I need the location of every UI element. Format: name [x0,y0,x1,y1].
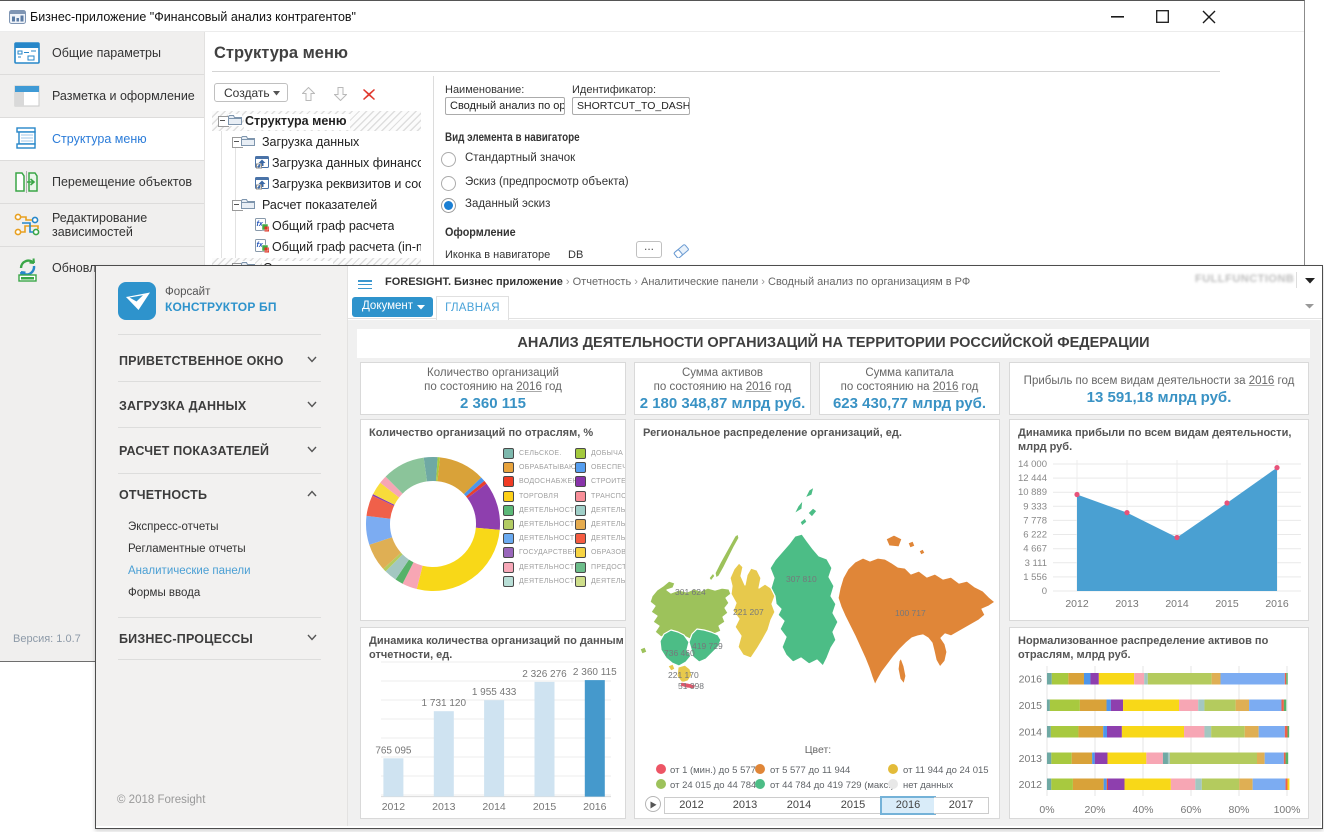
svg-text:51 398: 51 398 [678,681,704,691]
svg-text:12 444: 12 444 [1018,473,1047,484]
svg-text:2014: 2014 [482,801,506,813]
svg-text:2 326 276: 2 326 276 [522,669,567,680]
svg-text:2013: 2013 [1019,753,1043,765]
svg-text:2 360 115: 2 360 115 [573,667,617,678]
svg-text:40%: 40% [1132,804,1153,816]
svg-text:2012: 2012 [1019,779,1043,791]
svg-text:765 095: 765 095 [375,745,412,756]
svg-text:3 111: 3 111 [1025,558,1047,569]
svg-text:1 955 433: 1 955 433 [472,687,517,698]
svg-text:80%: 80% [1228,804,1249,816]
svg-text:2012: 2012 [382,801,406,813]
svg-text:10 889: 10 889 [1018,487,1047,498]
svg-text:2015: 2015 [1215,598,1239,610]
svg-text:0: 0 [1042,586,1047,597]
svg-text:1 556: 1 556 [1023,572,1047,583]
svg-text:2015: 2015 [533,801,557,813]
svg-text:4 667: 4 667 [1023,544,1047,555]
svg-text:2016: 2016 [1019,674,1043,686]
svg-text:7 778: 7 778 [1023,515,1047,526]
svg-text:9 333: 9 333 [1023,501,1047,512]
svg-text:14 000: 14 000 [1018,459,1047,470]
svg-text:0%: 0% [1039,804,1054,816]
svg-text:2014: 2014 [1019,727,1043,739]
svg-text:2016: 2016 [583,801,607,813]
svg-text:2013: 2013 [1115,598,1139,610]
svg-text:60%: 60% [1180,804,1201,816]
svg-text:736 460: 736 460 [664,648,695,658]
svg-text:419 729: 419 729 [692,641,723,651]
svg-text:6 222: 6 222 [1023,530,1047,541]
svg-text:221 170: 221 170 [668,670,699,680]
svg-text:307 810: 307 810 [786,574,817,584]
svg-text:2013: 2013 [432,801,456,813]
svg-text:2015: 2015 [1019,700,1043,712]
svg-text:20%: 20% [1084,804,1105,816]
svg-text:301 624: 301 624 [675,587,706,597]
svg-text:221 207: 221 207 [733,607,764,617]
svg-text:1 731 120: 1 731 120 [422,698,467,709]
svg-text:2016: 2016 [1265,598,1289,610]
svg-text:100%: 100% [1274,804,1301,816]
svg-text:2014: 2014 [1165,598,1189,610]
svg-text:2012: 2012 [1065,598,1089,610]
svg-text:100 717: 100 717 [895,608,926,618]
